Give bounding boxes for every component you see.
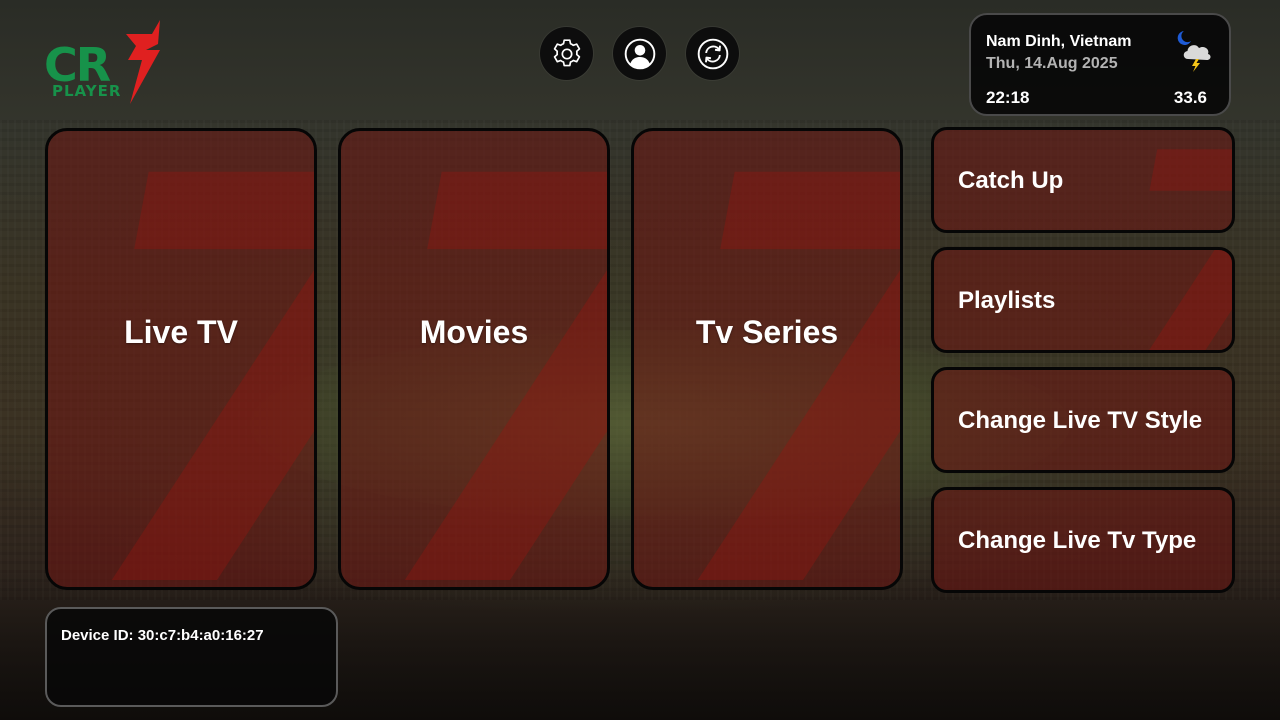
tile-tv-series[interactable]: 7 Tv Series bbox=[631, 128, 903, 590]
seven-watermark: 7 bbox=[654, 131, 900, 587]
seven-watermark: 7 bbox=[68, 131, 314, 587]
weather-temperature: 33.6 bbox=[1173, 88, 1207, 107]
seven-watermark: 7 bbox=[361, 131, 607, 587]
seven-watermark: 7 bbox=[1114, 250, 1232, 350]
side-menu-label: Change Live TV Style bbox=[958, 407, 1203, 434]
catch-up-button[interactable]: 7 Catch Up bbox=[931, 127, 1235, 233]
tile-label: Movies bbox=[419, 313, 529, 350]
refresh-icon bbox=[697, 38, 728, 69]
refresh-button[interactable] bbox=[686, 27, 739, 80]
app-logo: CR PLAYER bbox=[44, 20, 168, 106]
side-menu-label: Playlists bbox=[958, 287, 1056, 314]
tile-label: Tv Series bbox=[695, 313, 839, 350]
settings-button[interactable] bbox=[540, 27, 593, 80]
side-menu-label: Change Live Tv Type bbox=[958, 527, 1197, 554]
logo-subtitle: PLAYER bbox=[52, 82, 122, 100]
account-button[interactable] bbox=[613, 27, 666, 80]
tile-live-tv[interactable]: 7 Live TV bbox=[45, 128, 317, 590]
tile-label: Live TV bbox=[124, 313, 238, 350]
user-icon bbox=[624, 38, 655, 69]
weather-location: Nam Dinh, Vietnam bbox=[986, 33, 1132, 50]
gear-icon bbox=[553, 38, 580, 66]
tile-movies[interactable]: 7 Movies bbox=[338, 128, 610, 590]
side-menu-label: Catch Up bbox=[958, 167, 1064, 194]
weather-date: Thu, 14.Aug 2025 bbox=[986, 55, 1118, 72]
change-live-tv-style-button[interactable]: 7 Change Live TV Style bbox=[931, 367, 1235, 473]
weather-time: 22:18 bbox=[986, 88, 1030, 107]
device-id-text: Device ID: 30:c7:b4:a0:16:27 bbox=[61, 627, 264, 644]
playlists-button[interactable]: 7 Playlists bbox=[931, 247, 1235, 353]
lightning-bolt-icon bbox=[126, 20, 160, 104]
change-live-tv-type-button[interactable]: 7 Change Live Tv Type bbox=[931, 487, 1235, 593]
device-id-panel: Device ID: 30:c7:b4:a0:16:27 bbox=[45, 607, 338, 707]
home-screen: CR PLAYER Nam Dinh, Vietnam Thu, 14.Aug … bbox=[0, 0, 1280, 720]
night-thunderstorm-icon bbox=[1177, 31, 1211, 72]
weather-widget: Nam Dinh, Vietnam Thu, 14.Aug 2025 22:18… bbox=[969, 13, 1231, 116]
seven-watermark: 7 bbox=[1114, 130, 1232, 230]
